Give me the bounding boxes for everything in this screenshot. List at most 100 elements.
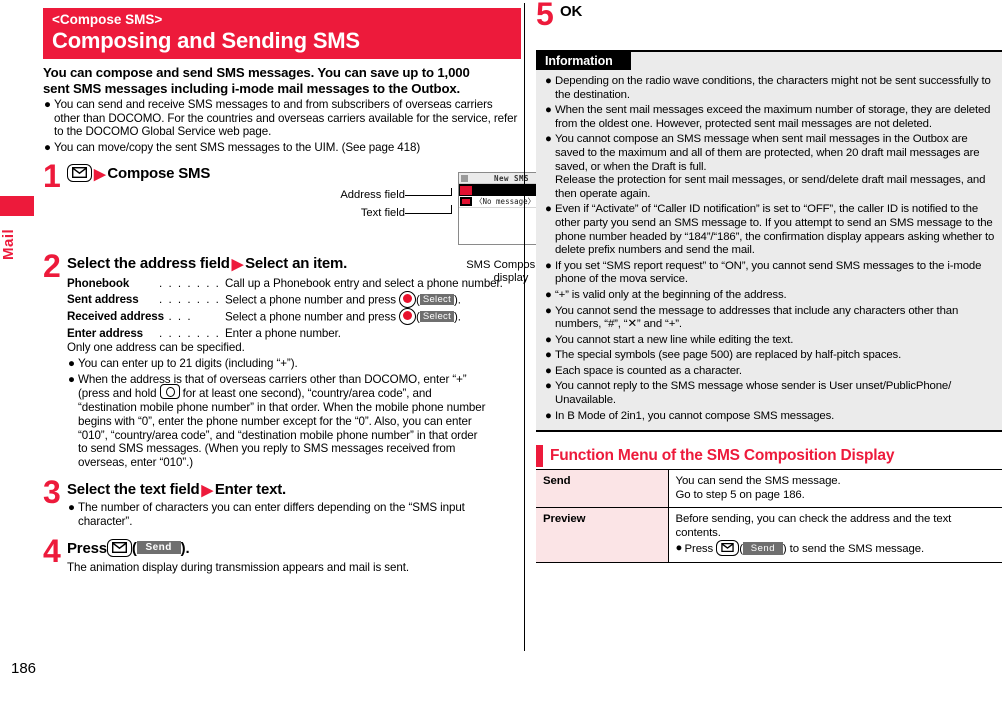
def-desc: Select a phone number and press (Select)… — [225, 290, 521, 309]
b2-p5: “010”, “country/area code”, and “destina… — [78, 428, 478, 442]
step-5: 5 OK — [536, 0, 1002, 30]
information-item-2: ● When the sent mail messages exceed the… — [536, 104, 1002, 131]
bullet-dot-icon: ● — [675, 542, 683, 555]
bullet-dot-icon: ● — [545, 104, 552, 117]
def-desc-pre: Select a phone number and press — [225, 310, 400, 324]
fn-send-line2: Go to step 5 on page 186. — [675, 489, 805, 502]
step-3-title-row: Select the text field ▶ Enter text. — [67, 481, 521, 499]
information-item-3-continuation: Release the protection for sent mail mes… — [555, 174, 986, 200]
def-term: Sent address — [67, 292, 139, 306]
softkey-label: Select — [419, 293, 455, 305]
information-item-5: ● If you set “SMS report request” to “ON… — [536, 260, 1002, 287]
callout-leader-address-tick — [451, 188, 452, 196]
information-item-12: ● In B Mode of 2in1, you cannot compose … — [536, 410, 1002, 424]
b2-p3: “destination mobile phone number” in tha… — [78, 401, 486, 415]
information-item-10: ● Each space is counted as a character. — [536, 365, 1002, 379]
information-item-12-text: In B Mode of 2in1, you cannot compose SM… — [555, 409, 835, 422]
step-2-title-a: Select the address field — [67, 255, 230, 273]
information-item-6-text: “+” is valid only at the beginning of th… — [555, 288, 787, 301]
information-item-1: ● Depending on the radio wave conditions… — [536, 75, 1002, 102]
callout-leader-text-tick — [451, 205, 452, 214]
step-5-number: 5 — [536, 0, 554, 32]
step-2-bullet-1-text: You can enter up to 21 digits (including… — [78, 357, 298, 371]
def-desc-post: ). — [454, 310, 461, 324]
step-4-title-pre: Press — [67, 539, 107, 557]
information-item-4: ● Even if “Activate” of “Caller ID notif… — [536, 203, 1002, 257]
b2-p1: When the address is that of overseas car… — [78, 372, 467, 386]
sidebar-tab-mail[interactable]: Mail — [0, 196, 34, 270]
function-menu-key-preview: Preview — [536, 507, 669, 564]
step-3-arrow-icon: ▶ — [201, 481, 214, 499]
bullet-dot-icon: ● — [545, 259, 552, 272]
def-dots: . . . . . . . . . — [159, 277, 225, 291]
step-2-bullet-2-text: When the address is that of overseas car… — [78, 373, 485, 469]
right-column: 5 OK Information ● Depending on the radi… — [536, 0, 1002, 564]
header-subtitle: <Compose SMS> — [52, 12, 163, 27]
bullet-dot-icon: ● — [545, 133, 552, 146]
step-4: 4 Press (Send). The animation display du… — [43, 535, 521, 575]
signal-icon — [461, 174, 468, 182]
function-menu-title-accent-bar — [536, 445, 543, 468]
callout-label-address-field: Address field — [340, 189, 405, 201]
step-1-title-row: ▶ Compose SMS — [67, 164, 521, 183]
fn-send-line1: You can send the SMS message. — [675, 475, 841, 488]
intro-bullet-2-text: You can move/copy the sent SMS messages … — [54, 140, 421, 154]
table-row: Send You can send the SMS message. Go to… — [536, 470, 1002, 509]
function-menu-title: Function Menu of the SMS Composition Dis… — [550, 447, 895, 465]
step-3-bullet-1: ● The number of characters you can enter… — [67, 501, 521, 528]
function-menu-key-send: Send — [536, 470, 669, 509]
def-row-phonebook: Phonebook . . . . . . . . . Call up a Ph… — [67, 276, 521, 292]
information-item-10-text: Each space is counted as a character. — [555, 364, 742, 377]
bullet-dot-icon: ● — [44, 140, 51, 154]
bullet-dot-icon: ● — [545, 333, 552, 346]
information-item-4-text: Even if “Activate” of “Caller ID notific… — [555, 203, 995, 257]
bullet-dot-icon: ● — [68, 357, 75, 371]
information-item-6: ● “+” is valid only at the beginning of … — [536, 289, 1002, 303]
intro-bullet-1: ● You can send and receive SMS messages … — [43, 98, 521, 139]
bullet-dot-icon: ● — [545, 203, 552, 216]
information-item-8-text: You cannot start a new line while editin… — [555, 333, 794, 346]
phone-text-value: 〈No message〉 — [475, 197, 536, 206]
address-tag-icon — [460, 185, 472, 195]
softkey-label: Select — [419, 310, 455, 322]
bullet-dot-icon: ● — [545, 288, 552, 301]
information-item-11: ● You cannot reply to the SMS message wh… — [536, 380, 1002, 407]
b2-p6: to send SMS messages. (When you reply to… — [78, 442, 456, 456]
def-term: Phonebook — [67, 277, 130, 291]
def-dots: . . . . . . . — [159, 326, 221, 340]
mail-key-icon — [67, 164, 92, 183]
step-4-note: The animation display during transmissio… — [67, 560, 409, 574]
step-1-title: Compose SMS — [107, 165, 211, 183]
step-1-number: 1 — [43, 158, 61, 195]
def-desc-pre: Select a phone number and press — [225, 293, 400, 307]
step-3-title-b: Enter text. — [214, 481, 287, 499]
softkey-send-label: Send — [742, 541, 783, 555]
function-menu-section: Function Menu of the SMS Composition Dis… — [536, 445, 1002, 564]
information-heading: Information — [536, 52, 631, 70]
step-2-bullet-2: ● When the address is that of overseas c… — [67, 373, 521, 470]
step-4-number: 4 — [43, 532, 61, 569]
information-item-7-text: You cannot send the message to addresses… — [555, 304, 959, 331]
def-desc-post: ). — [454, 293, 461, 307]
information-box: Information ● Depending on the radio wav… — [536, 50, 1002, 433]
step-3-number: 3 — [43, 474, 61, 511]
bullet-dot-icon: ● — [545, 409, 552, 422]
step-3: 3 Select the text field ▶ Enter text. ● … — [43, 476, 521, 528]
def-desc: Enter a phone number. — [225, 326, 341, 340]
intro-lead-line1: You can compose and send SMS messages. Y… — [43, 65, 470, 80]
step-4-title-row: Press (Send). — [67, 538, 190, 557]
zero-key-icon — [159, 384, 180, 400]
def-row-sent-address: Sent address . . . . . . . . Select a ph… — [67, 290, 521, 309]
page-title: Composing and Sending SMS — [52, 28, 360, 53]
bullet-dot-icon: ● — [44, 98, 51, 111]
b2-p2-pre: (press and hold — [78, 386, 160, 400]
fn-preview-sub-pre: Press — [684, 543, 717, 556]
bullet-dot-icon: ● — [545, 304, 552, 317]
def-desc: Select a phone number and press (Select)… — [225, 307, 521, 326]
fn-preview-sub-post: ) to send the SMS message. — [782, 543, 925, 556]
information-item-11-text: You cannot reply to the SMS message whos… — [555, 380, 952, 407]
information-item-7: ● You cannot send the message to address… — [536, 305, 1002, 332]
sidebar-tab-block — [0, 196, 34, 216]
select-key-icon — [399, 307, 417, 325]
bullet-dot-icon: ● — [68, 372, 75, 386]
